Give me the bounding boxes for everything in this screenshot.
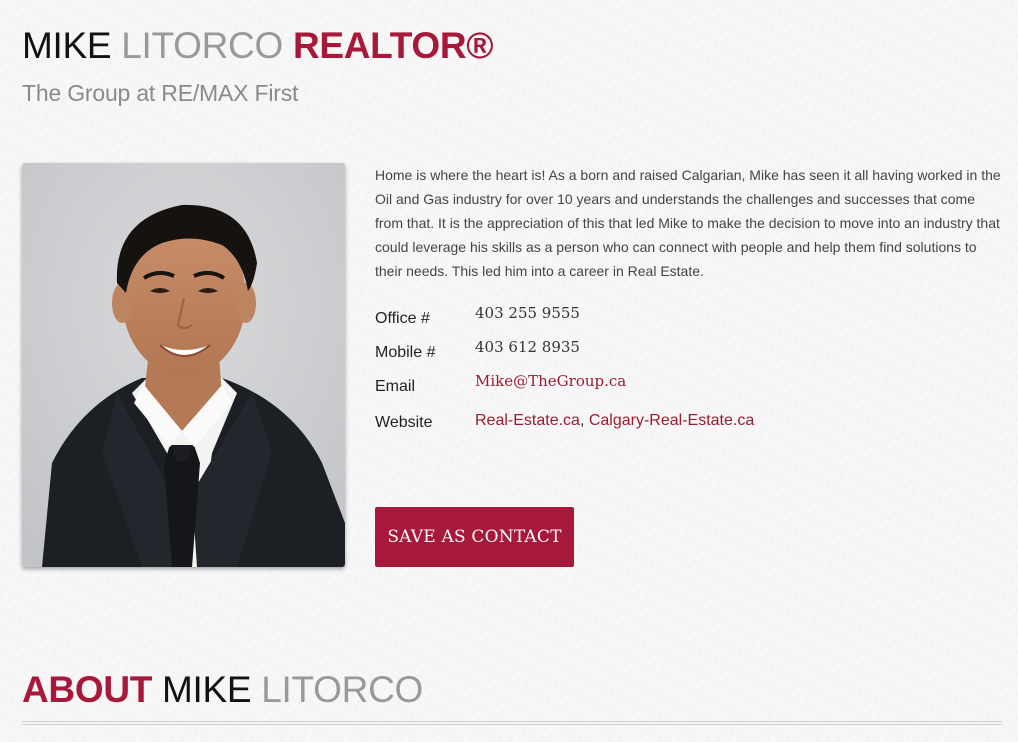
agent-photo (22, 163, 345, 567)
about-first-name: MIKE (162, 669, 252, 710)
agent-name-heading: MIKE LITORCO REALTOR® (22, 24, 494, 68)
about-last-name: LITORCO (261, 669, 423, 710)
agent-bio: Home is where the heart is! As a born an… (375, 167, 1001, 279)
about-heading: ABOUT MIKE LITORCO (22, 668, 423, 712)
agent-title: REALTOR® (292, 25, 494, 66)
office-phone[interactable]: 403 255 9555 (475, 304, 580, 322)
save-as-contact-button[interactable]: SAVE AS CONTACT (375, 507, 574, 567)
section-divider (22, 721, 1002, 725)
website-link-real-estate[interactable]: Real-Estate.ca (475, 412, 580, 429)
website-separator: , (579, 412, 585, 429)
mobile-phone[interactable]: 403 612 8935 (475, 338, 580, 356)
website-link-calgary-real-estate[interactable]: Calgary-Real-Estate.ca (589, 412, 754, 429)
office-label: Office # (375, 310, 430, 327)
email-label: Email (375, 378, 416, 395)
page-header: MIKE LITORCO REALTOR® The Group at RE/MA… (22, 24, 494, 107)
website-label: Website (375, 414, 433, 431)
agent-portrait-image (22, 163, 345, 567)
mobile-label: Mobile # (375, 344, 436, 361)
brokerage-subtitle: The Group at RE/MAX First (22, 80, 299, 106)
agent-last-name: LITORCO (121, 25, 283, 66)
about-word: ABOUT (22, 669, 153, 710)
website-links: Real-Estate.ca, Calgary-Real-Estate.ca (475, 412, 754, 430)
agent-first-name: MIKE (22, 25, 112, 66)
email-link[interactable]: Mike@TheGroup.ca (475, 372, 626, 390)
